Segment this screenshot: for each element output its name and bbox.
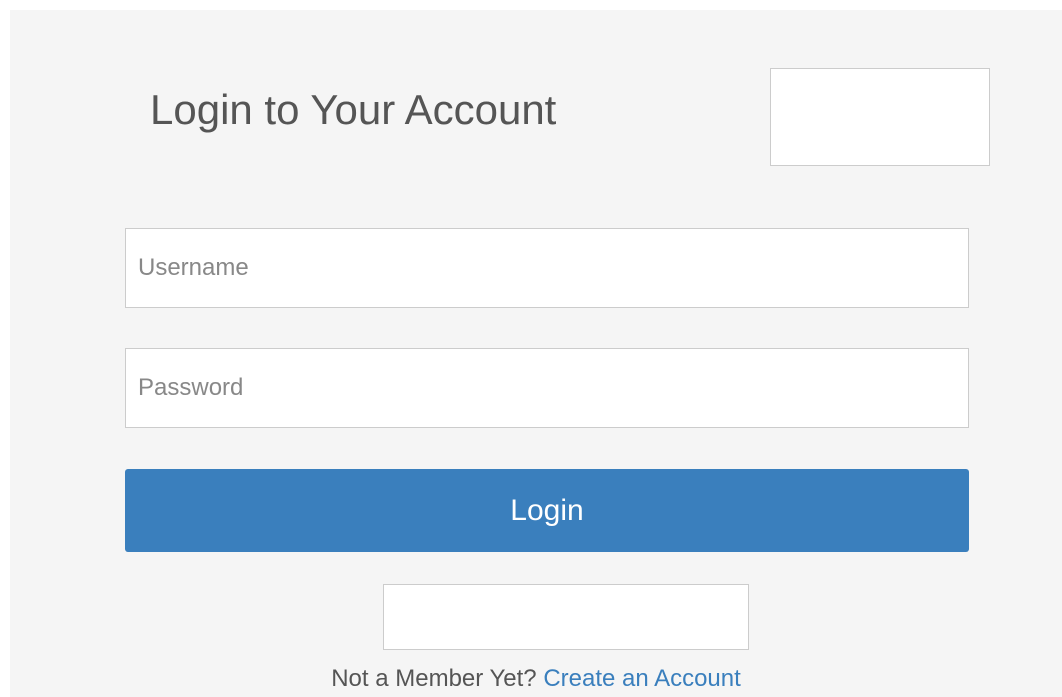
- blank-box-bottom: [383, 584, 749, 650]
- login-panel: Login to Your Account Login Not a Member…: [10, 10, 1062, 697]
- create-account-link[interactable]: Create an Account: [543, 665, 740, 692]
- username-input[interactable]: [125, 228, 969, 308]
- blank-box-top: [770, 68, 990, 166]
- password-input[interactable]: [125, 348, 969, 428]
- signup-prompt: Not a Member Yet?: [331, 665, 544, 692]
- page-title: Login to Your Account: [150, 86, 557, 133]
- signup-line: Not a Member Yet? Create an Account: [10, 665, 1062, 693]
- login-button[interactable]: Login: [125, 469, 969, 552]
